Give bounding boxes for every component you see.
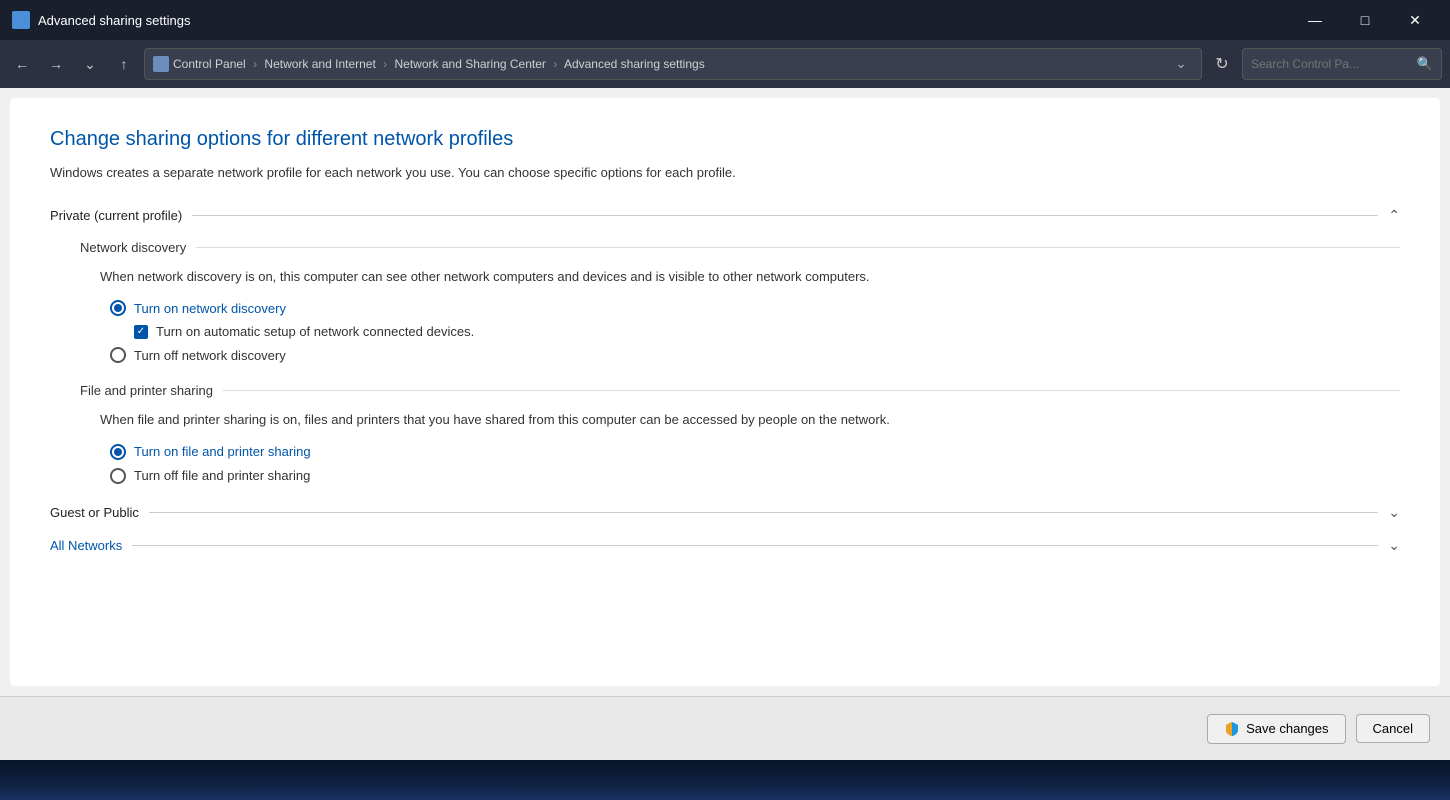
main-content: Change sharing options for different net…: [0, 88, 1450, 760]
refresh-button[interactable]: ↻: [1208, 50, 1236, 78]
maximize-button[interactable]: □: [1342, 4, 1388, 36]
radio-circle-off-sharing: [110, 468, 126, 484]
title-bar: Advanced sharing settings — □ ✕: [0, 0, 1450, 40]
radio-label-off-discovery: Turn off network discovery: [134, 348, 286, 363]
search-icon: 🔍: [1417, 56, 1433, 72]
section-header-private[interactable]: Private (current profile) ⌃: [50, 207, 1400, 224]
subsection-line-file-printer: [223, 390, 1400, 391]
section-header-all-networks[interactable]: All Networks ⌄: [50, 537, 1400, 554]
subsection-header-discovery: Network discovery: [80, 240, 1400, 255]
breadcrumb-folder-icon: [153, 56, 169, 72]
section-line-private: [192, 215, 1378, 216]
subsection-label-discovery: Network discovery: [80, 240, 186, 255]
radio-turn-on-discovery[interactable]: Turn on network discovery: [110, 300, 1400, 316]
content-panel: Change sharing options for different net…: [10, 98, 1440, 686]
radio-label-on-discovery: Turn on network discovery: [134, 301, 286, 316]
subsection-label-file-printer: File and printer sharing: [80, 383, 213, 398]
discovery-options: Turn on network discovery Turn on automa…: [110, 300, 1400, 363]
save-changes-label: Save changes: [1246, 721, 1328, 736]
window-title: Advanced sharing settings: [38, 13, 190, 28]
section-label-guest-public: Guest or Public: [50, 505, 139, 520]
checkbox-auto-setup[interactable]: Turn on automatic setup of network conne…: [134, 324, 1400, 339]
address-bar: ← → ⌄ ↑ Control Panel › Network and Inte…: [0, 40, 1450, 88]
breadcrumb-advanced-sharing: Advanced sharing settings: [564, 57, 705, 71]
section-label-all-networks: All Networks: [50, 538, 122, 553]
window-icon: [12, 11, 30, 29]
radio-label-on-sharing: Turn on file and printer sharing: [134, 444, 311, 459]
breadcrumb-dropdown-button[interactable]: ⌄: [1169, 52, 1193, 76]
section-line-all-networks: [132, 545, 1378, 546]
up-button[interactable]: ↑: [110, 50, 138, 78]
close-button[interactable]: ✕: [1392, 4, 1438, 36]
breadcrumb-network-internet: Network and Internet: [264, 57, 375, 71]
minimize-button[interactable]: —: [1292, 4, 1338, 36]
dropdown-history-button[interactable]: ⌄: [76, 50, 104, 78]
back-button[interactable]: ←: [8, 50, 36, 78]
section-header-guest-public[interactable]: Guest or Public ⌄: [50, 504, 1400, 521]
sep1: ›: [253, 57, 257, 71]
radio-turn-off-sharing[interactable]: Turn off file and printer sharing: [110, 468, 1400, 484]
search-box[interactable]: 🔍: [1242, 48, 1442, 80]
radio-circle-off-discovery: [110, 347, 126, 363]
breadcrumb-path: Control Panel › Network and Internet › N…: [173, 57, 1165, 71]
subsection-header-file-printer: File and printer sharing: [80, 383, 1400, 398]
footer: Save changes Cancel: [0, 696, 1450, 760]
forward-button[interactable]: →: [42, 50, 70, 78]
file-printer-options: Turn on file and printer sharing Turn of…: [110, 444, 1400, 484]
sep2: ›: [383, 57, 387, 71]
chevron-down-icon-guest: ⌄: [1388, 504, 1400, 521]
chevron-down-icon-all: ⌄: [1388, 537, 1400, 554]
checkbox-icon-auto-setup: [134, 325, 148, 339]
cancel-button[interactable]: Cancel: [1356, 714, 1430, 743]
page-title: Change sharing options for different net…: [50, 128, 1400, 151]
radio-label-off-sharing: Turn off file and printer sharing: [134, 468, 310, 483]
page-description: Windows creates a separate network profi…: [50, 163, 1400, 183]
taskbar: [0, 760, 1450, 800]
radio-turn-on-sharing[interactable]: Turn on file and printer sharing: [110, 444, 1400, 460]
subsection-line-discovery: [196, 247, 1400, 248]
section-label-private: Private (current profile): [50, 208, 182, 223]
address-input-wrapper[interactable]: Control Panel › Network and Internet › N…: [144, 48, 1202, 80]
checkbox-label-auto-setup: Turn on automatic setup of network conne…: [156, 324, 474, 339]
breadcrumb-control-panel: Control Panel: [173, 57, 246, 71]
section-line-guest-public: [149, 512, 1378, 513]
subsection-file-printer: File and printer sharing When file and p…: [80, 383, 1400, 484]
radio-turn-off-discovery[interactable]: Turn off network discovery: [110, 347, 1400, 363]
window-controls: — □ ✕: [1292, 4, 1438, 36]
radio-circle-on-discovery: [110, 300, 126, 316]
search-input[interactable]: [1251, 57, 1411, 71]
shield-icon: [1224, 721, 1240, 737]
breadcrumb-sharing-center: Network and Sharing Center: [395, 57, 546, 71]
discovery-description: When network discovery is on, this compu…: [100, 267, 1400, 287]
subsection-network-discovery: Network discovery When network discovery…: [80, 240, 1400, 364]
sep3: ›: [553, 57, 557, 71]
save-changes-button[interactable]: Save changes: [1207, 714, 1345, 744]
radio-circle-on-sharing: [110, 444, 126, 460]
chevron-up-icon: ⌃: [1388, 207, 1400, 224]
file-printer-description: When file and printer sharing is on, fil…: [100, 410, 1400, 430]
